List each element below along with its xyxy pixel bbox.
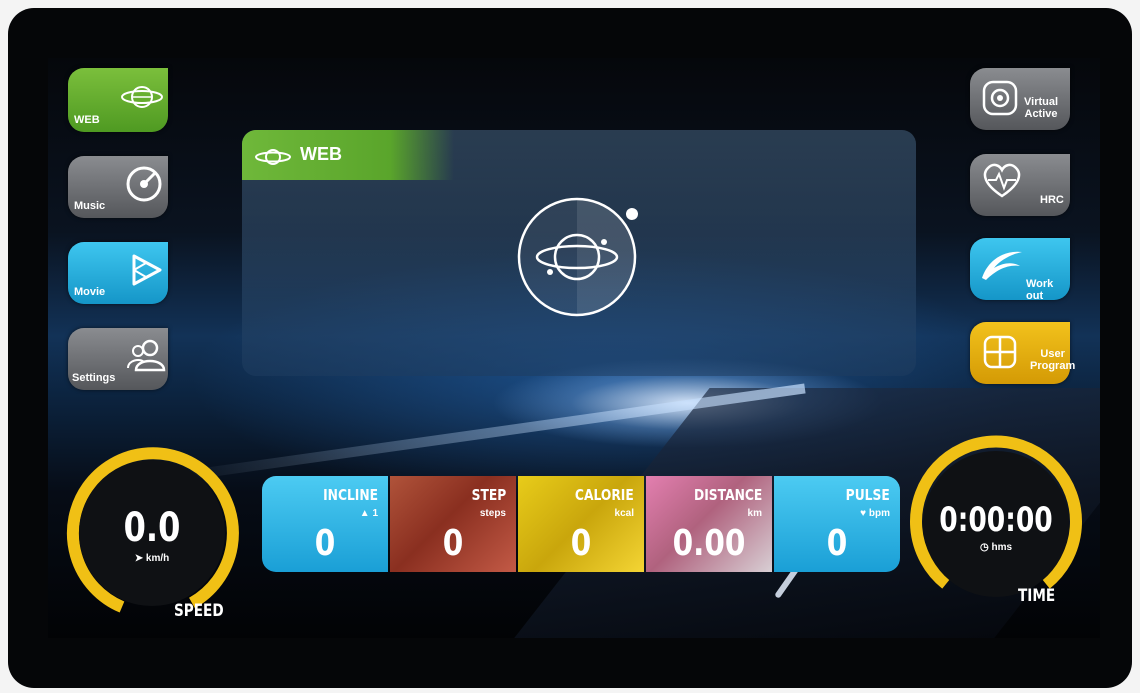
workout-label: Work out bbox=[1026, 278, 1054, 302]
virtual-active-button[interactable]: Virtual Active bbox=[970, 68, 1070, 130]
settings-label: Settings bbox=[72, 372, 116, 384]
incline-label: INCLINE bbox=[322, 486, 378, 504]
distance-unit: km bbox=[747, 508, 762, 519]
hrc-button[interactable]: HRC bbox=[970, 154, 1070, 216]
virtual-active-label: Virtual Active bbox=[1024, 96, 1058, 120]
virtual-active-icon bbox=[982, 80, 1018, 116]
workout-button[interactable]: Work out bbox=[970, 238, 1070, 302]
speed-caption: SPEED bbox=[174, 601, 224, 621]
treadmill-screen: WEB Music Movie Settings Virtual Active … bbox=[48, 58, 1100, 638]
users-icon bbox=[127, 339, 166, 372]
virtual-label-line2: Active bbox=[1024, 108, 1058, 120]
speed-unit-text: km/h bbox=[145, 553, 170, 564]
heart-rate-icon bbox=[983, 163, 1021, 198]
web-button[interactable]: WEB bbox=[68, 68, 168, 132]
clock-icon: ◷ bbox=[979, 542, 989, 553]
planet-icon bbox=[121, 86, 163, 108]
program-label-line2: Program bbox=[1030, 360, 1076, 372]
hrc-label: HRC bbox=[1040, 194, 1064, 206]
incline-unit: ▲ 1 bbox=[359, 508, 378, 519]
speed-gauge: 0.0 ➤ km/h SPEED bbox=[62, 443, 242, 623]
step-label: STEP bbox=[471, 486, 506, 504]
device-bezel: WEB Music Movie Settings Virtual Active … bbox=[8, 8, 1132, 688]
play-icon bbox=[132, 254, 162, 286]
music-label: Music bbox=[74, 200, 106, 212]
user-label-line1: User bbox=[1040, 348, 1065, 360]
user-program-label: User Program bbox=[1030, 348, 1075, 372]
distance-tile[interactable]: DISTANCE km 0.00 bbox=[646, 476, 772, 572]
calorie-tile[interactable]: CALORIE kcal 0 bbox=[518, 476, 644, 572]
distance-value: 0.00 bbox=[672, 523, 746, 564]
time-unit: ◷ hms bbox=[906, 542, 1086, 553]
pulse-label: PULSE bbox=[845, 486, 890, 504]
calorie-unit: kcal bbox=[614, 508, 634, 519]
incline-unit-text: 1 bbox=[372, 508, 378, 519]
pulse-unit-text: bpm bbox=[868, 508, 890, 519]
step-unit: steps bbox=[479, 508, 506, 519]
grid-icon bbox=[983, 335, 1017, 369]
web-panel[interactable]: WEB bbox=[242, 130, 916, 376]
time-gauge: 0:00:00 ◷ hms TIME bbox=[906, 434, 1086, 614]
settings-button[interactable]: Settings bbox=[68, 328, 168, 390]
calorie-value: 0 bbox=[570, 523, 592, 564]
globe-orbit-icon[interactable] bbox=[512, 192, 642, 322]
speed-unit: ➤ km/h bbox=[62, 553, 242, 564]
distance-label: DISTANCE bbox=[693, 486, 762, 504]
calorie-label: CALORIE bbox=[575, 486, 634, 504]
time-unit-text: hms bbox=[991, 542, 1013, 553]
time-caption: TIME bbox=[1018, 586, 1056, 606]
user-program-button[interactable]: User Program bbox=[970, 322, 1075, 384]
planet-icon bbox=[255, 149, 291, 165]
wave-icon bbox=[982, 251, 1022, 280]
movie-button[interactable]: Movie bbox=[68, 242, 168, 304]
incline-value: 0 bbox=[314, 523, 336, 564]
music-disc-icon bbox=[126, 166, 162, 202]
movie-label: Movie bbox=[74, 286, 106, 298]
step-value: 0 bbox=[442, 523, 464, 564]
pulse-tile[interactable]: PULSE ♥ bpm 0 bbox=[774, 476, 900, 572]
pulse-unit: ♥ bpm bbox=[860, 508, 890, 519]
step-tile[interactable]: STEP steps 0 bbox=[390, 476, 516, 572]
heart-icon: ♥ bbox=[860, 508, 867, 519]
time-value: 0:00:00 bbox=[939, 500, 1053, 540]
panel-tab: WEB bbox=[242, 130, 454, 180]
pulse-value: 0 bbox=[826, 523, 848, 564]
web-label: WEB bbox=[74, 114, 100, 126]
panel-title: WEB bbox=[300, 144, 342, 164]
speed-value: 0.0 bbox=[123, 505, 181, 551]
incline-tile[interactable]: INCLINE ▲ 1 0 bbox=[262, 476, 388, 572]
music-button[interactable]: Music bbox=[68, 156, 168, 218]
runner-icon: ➤ bbox=[134, 553, 144, 564]
virtual-label-line1: Virtual bbox=[1024, 96, 1059, 108]
